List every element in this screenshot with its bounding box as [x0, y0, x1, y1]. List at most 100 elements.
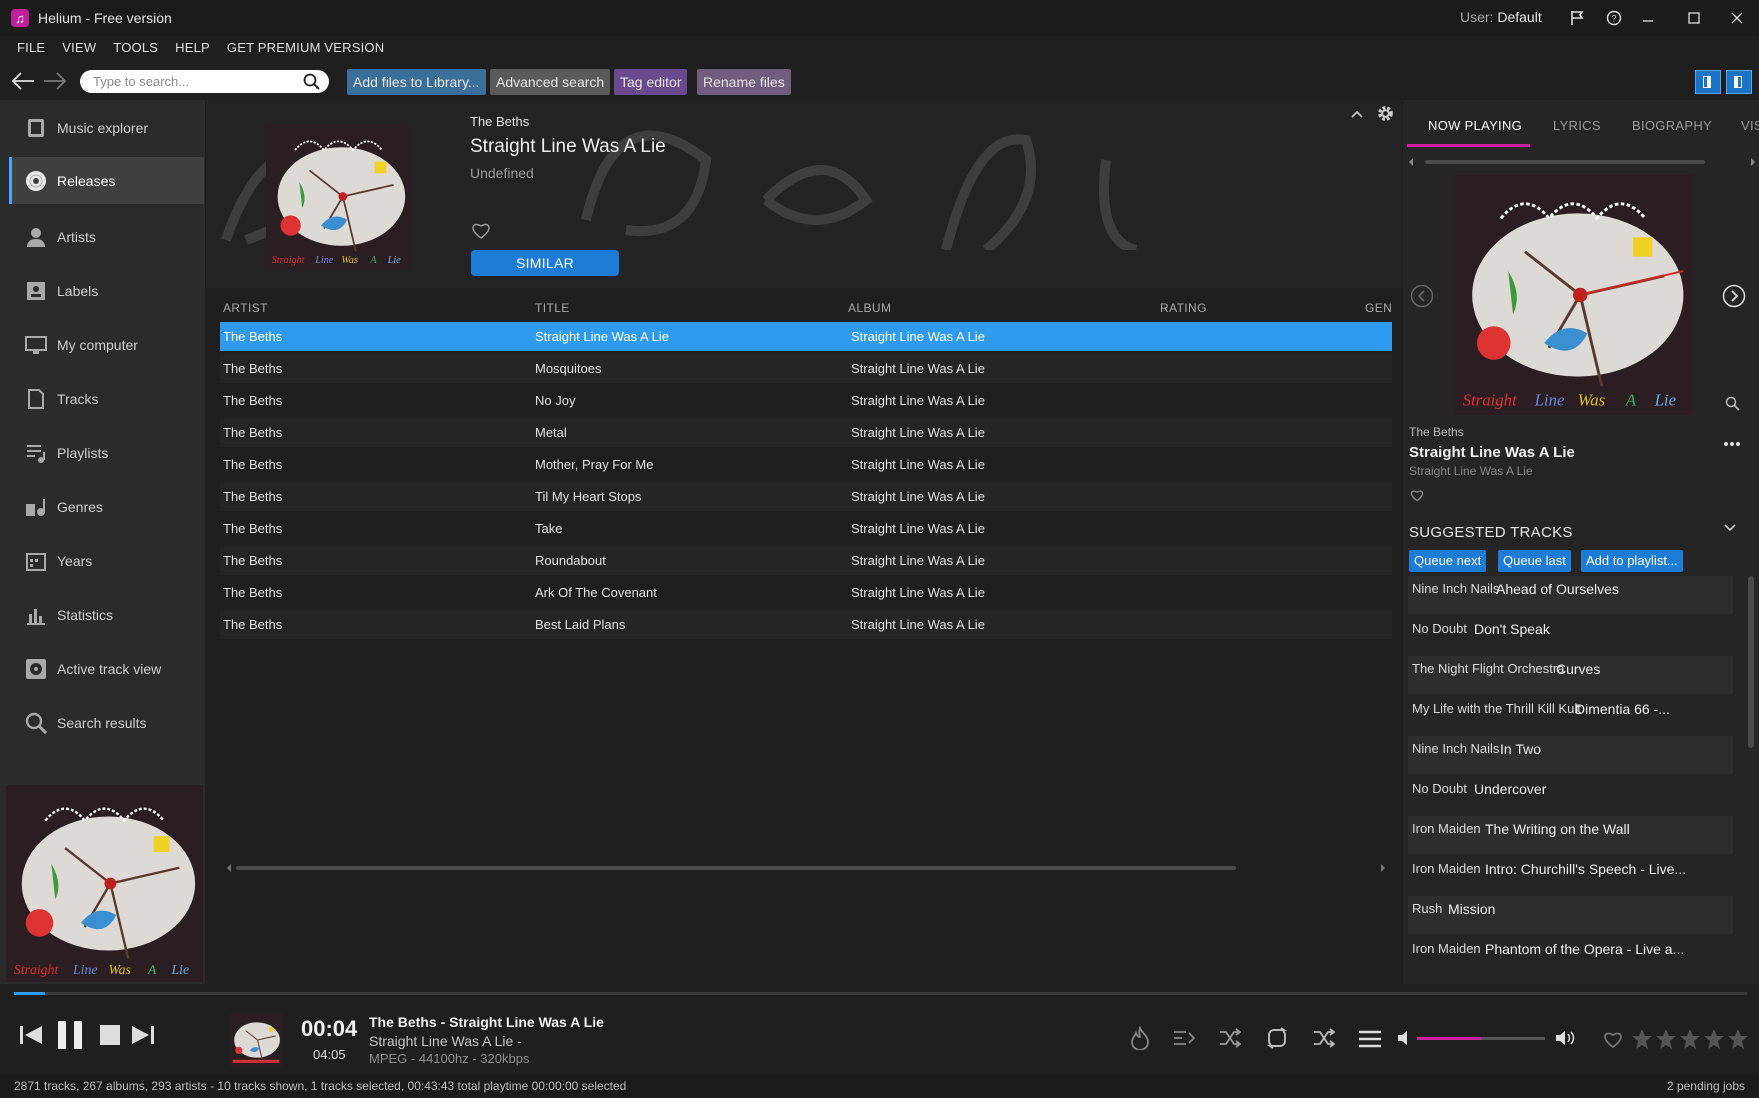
- pause-icon[interactable]: [55, 1019, 85, 1056]
- menu-help[interactable]: HELP: [175, 40, 210, 62]
- stop-icon[interactable]: [98, 1023, 122, 1052]
- sidebar-item-tracks[interactable]: Tracks: [9, 375, 204, 422]
- tab-visualizer[interactable]: VIS: [1741, 118, 1759, 133]
- menu-premium[interactable]: GET PREMIUM VERSION: [227, 40, 384, 62]
- tag-editor-button[interactable]: Tag editor: [614, 69, 688, 95]
- now-playing-album[interactable]: Straight Line Was A Lie: [1409, 464, 1533, 478]
- shuffle-icon[interactable]: [1313, 1028, 1336, 1053]
- seek-bar[interactable]: [14, 992, 1747, 995]
- sidebar-item-labels[interactable]: Labels: [9, 267, 204, 314]
- repeat-icon[interactable]: [1264, 1027, 1290, 1054]
- crossfade-icon[interactable]: [1219, 1028, 1242, 1053]
- menu-file[interactable]: FILE: [17, 40, 45, 62]
- column-header-album[interactable]: ALBUM: [848, 301, 891, 315]
- previous-track-icon[interactable]: [18, 1023, 44, 1052]
- tab-biography[interactable]: BIOGRAPHY: [1632, 118, 1712, 133]
- table-row[interactable]: The Beths Metal Straight Line Was A Lie: [220, 418, 1392, 447]
- similar-button[interactable]: SIMILAR: [471, 250, 619, 276]
- zoom-search-icon[interactable]: [1725, 396, 1741, 417]
- suggested-track-item[interactable]: Nine Inch Nails Ahead of Ourselves: [1408, 576, 1733, 614]
- table-row[interactable]: The Beths No Joy Straight Line Was A Lie: [220, 386, 1392, 415]
- table-row[interactable]: The Beths Roundabout Straight Line Was A…: [220, 546, 1392, 575]
- advanced-search-button[interactable]: Advanced search: [490, 69, 611, 95]
- star-rating[interactable]: [1631, 1028, 1751, 1055]
- sidebar-item-statistics[interactable]: Statistics: [9, 591, 204, 638]
- heart-icon[interactable]: [1602, 1029, 1624, 1054]
- menu-tools[interactable]: TOOLS: [113, 40, 158, 62]
- queue-mode-icon[interactable]: [1173, 1029, 1197, 1052]
- column-header-rating[interactable]: RATING: [1160, 301, 1207, 315]
- volume-slider[interactable]: [1417, 1037, 1545, 1040]
- suggested-track-item[interactable]: No Doubt Don't Speak: [1408, 616, 1733, 654]
- table-row[interactable]: The Beths Til My Heart Stops Straight Li…: [220, 482, 1392, 511]
- forward-arrow-icon[interactable]: [42, 70, 68, 98]
- chevron-down-icon[interactable]: [1723, 520, 1737, 538]
- search-icon[interactable]: [303, 73, 321, 91]
- suggested-track-item[interactable]: My Life with the Thrill Kill Kult Dimenti…: [1408, 696, 1733, 734]
- more-options-icon[interactable]: [1723, 434, 1741, 452]
- flag-icon[interactable]: [1565, 6, 1589, 30]
- player-cover-art[interactable]: [230, 1014, 282, 1066]
- column-header-genre[interactable]: GEN: [1365, 301, 1392, 315]
- suggested-track-item[interactable]: Iron Maiden The Writing on the Wall: [1408, 816, 1733, 854]
- close-icon[interactable]: [1725, 6, 1749, 30]
- column-header-artist[interactable]: ARTIST: [223, 301, 268, 315]
- next-track-icon[interactable]: [130, 1023, 156, 1052]
- sidebar-item-my-computer[interactable]: My computer: [9, 321, 204, 368]
- sidebar-item-playlists[interactable]: Playlists: [9, 429, 204, 476]
- player-track-title[interactable]: The Beths - Straight Line Was A Lie: [369, 1014, 604, 1030]
- suggested-scrollbar[interactable]: [1748, 576, 1754, 748]
- sidebar-item-genres[interactable]: Genres: [9, 483, 204, 530]
- queue-last-button[interactable]: Queue last: [1498, 550, 1571, 572]
- maximize-icon[interactable]: [1682, 6, 1706, 30]
- heart-icon[interactable]: [1409, 488, 1425, 507]
- toggle-right-panel-button[interactable]: [1726, 70, 1752, 94]
- heart-icon[interactable]: [470, 220, 492, 240]
- flame-icon[interactable]: [1129, 1025, 1151, 1055]
- user-indicator[interactable]: User: Default: [1460, 9, 1542, 25]
- next-cover-icon[interactable]: [1722, 284, 1746, 313]
- rename-files-button[interactable]: Rename files: [697, 69, 791, 95]
- tab-now-playing[interactable]: NOW PLAYING: [1428, 118, 1522, 133]
- suggested-track-item[interactable]: Iron Maiden Phantom of the Opera - Live a…: [1408, 936, 1733, 974]
- volume-low-icon[interactable]: [1397, 1030, 1409, 1051]
- add-files-button[interactable]: Add files to Library...: [347, 69, 486, 95]
- release-artist[interactable]: The Beths: [470, 114, 529, 129]
- album-cover-art[interactable]: Straight Line Was A Lie: [6, 785, 203, 982]
- sidebar-item-search-results[interactable]: Search results: [9, 699, 204, 746]
- table-row[interactable]: The Beths Mother, Pray For Me Straight L…: [220, 450, 1392, 479]
- sidebar-item-releases[interactable]: Releases: [9, 157, 204, 204]
- table-row[interactable]: The Beths Best Laid Plans Straight Line …: [220, 610, 1392, 639]
- queue-next-button[interactable]: Queue next: [1409, 550, 1487, 572]
- now-playing-cover-art[interactable]: Straight Line Was A Lie: [1453, 175, 1693, 415]
- volume-high-icon[interactable]: [1555, 1030, 1575, 1051]
- cover-scrollbar[interactable]: [1407, 156, 1757, 168]
- help-icon[interactable]: ?: [1602, 6, 1626, 30]
- horizontal-scrollbar[interactable]: [206, 861, 1402, 875]
- search-box[interactable]: [80, 70, 329, 93]
- player-album-line[interactable]: Straight Line Was A Lie -: [369, 1033, 522, 1049]
- sidebar-item-music-explorer[interactable]: Music explorer: [9, 104, 204, 151]
- now-playing-artist[interactable]: The Beths: [1409, 425, 1464, 439]
- sidebar-item-active-track-view[interactable]: Active track view: [9, 645, 204, 692]
- minimize-icon[interactable]: [1636, 6, 1660, 30]
- column-header-title[interactable]: TITLE: [535, 301, 570, 315]
- scrollbar-thumb[interactable]: [236, 866, 1236, 870]
- toggle-left-panel-button[interactable]: [1695, 70, 1721, 94]
- tab-lyrics[interactable]: LYRICS: [1553, 118, 1601, 133]
- table-row[interactable]: The Beths Mosquitoes Straight Line Was A…: [220, 354, 1392, 383]
- playlist-menu-icon[interactable]: [1358, 1029, 1382, 1054]
- table-row[interactable]: The Beths Take Straight Line Was A Lie: [220, 514, 1392, 543]
- suggested-track-item[interactable]: Rush Mission: [1408, 896, 1733, 934]
- suggested-track-item[interactable]: Iron Maiden Intro: Churchill's Speech - L…: [1408, 856, 1733, 894]
- release-cover-art[interactable]: Straight Line Was A Lie: [266, 124, 411, 269]
- sidebar-item-years[interactable]: Years: [9, 537, 204, 584]
- sidebar-item-artists[interactable]: Artists: [9, 213, 204, 260]
- menu-view[interactable]: VIEW: [62, 40, 96, 62]
- scroll-right-icon[interactable]: [1378, 861, 1388, 875]
- gear-icon[interactable]: [1376, 104, 1395, 129]
- suggested-track-item[interactable]: The Night Flight Orchestra Curves: [1408, 656, 1733, 694]
- table-row[interactable]: The Beths Straight Line Was A Lie Straig…: [220, 322, 1392, 351]
- suggested-track-item[interactable]: No Doubt Undercover: [1408, 776, 1733, 814]
- search-input[interactable]: [93, 74, 293, 89]
